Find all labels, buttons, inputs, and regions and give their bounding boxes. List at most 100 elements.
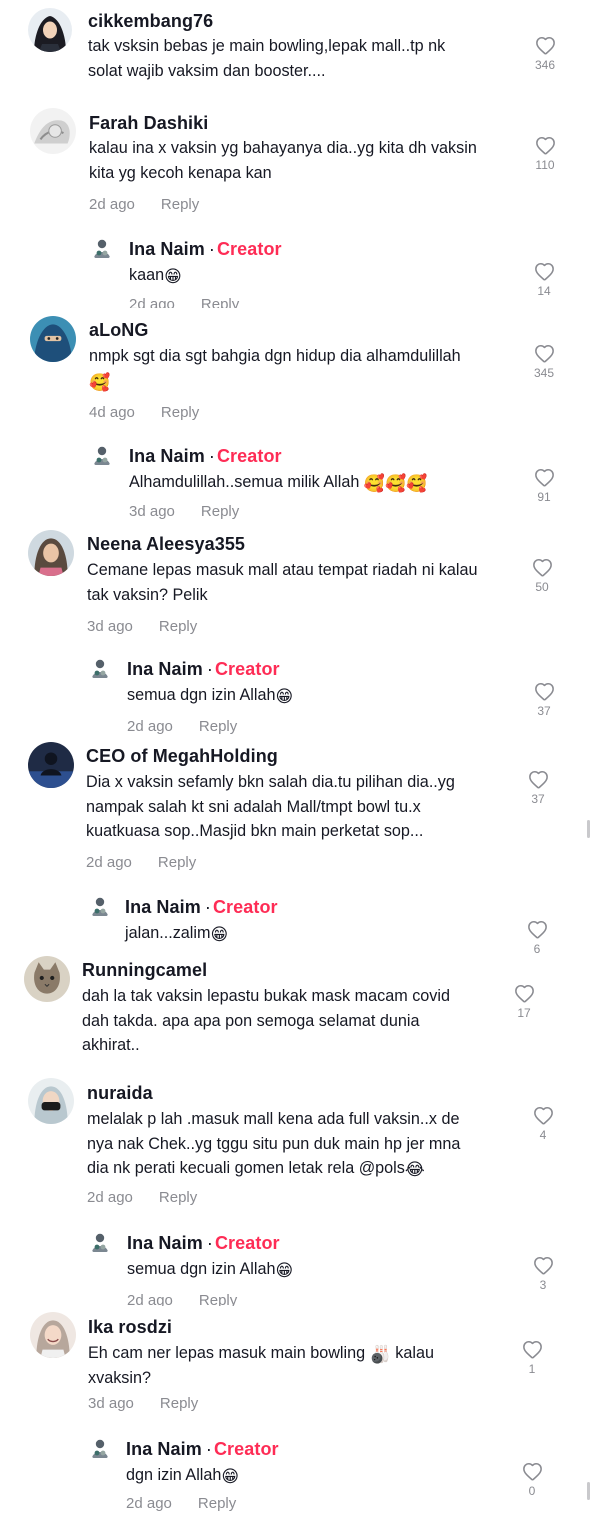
username[interactable]: Ina Naim · Creator: [126, 1439, 279, 1460]
like-button[interactable]: 345: [526, 344, 562, 380]
username-text[interactable]: Ina Naim: [125, 897, 201, 917]
avatar[interactable]: [30, 1312, 76, 1358]
like-button[interactable]: 4: [525, 1106, 561, 1142]
comment-meta: 2d ago Reply: [126, 1495, 236, 1512]
comment-date: 2d ago: [126, 1495, 172, 1512]
username[interactable]: Ina Naim · Creator: [127, 1233, 280, 1254]
comment-meta: 2d ago Reply: [86, 854, 196, 871]
avatar[interactable]: [28, 1078, 74, 1124]
username[interactable]: Ika rosdzi: [88, 1317, 172, 1338]
reply-button[interactable]: Reply: [201, 296, 239, 308]
avatar[interactable]: [28, 530, 74, 576]
heart-icon: [527, 920, 547, 939]
username[interactable]: Ina Naim · Creator: [129, 446, 282, 467]
comment-item: CEO of MegahHolding Dia x vaksin sefamly …: [0, 734, 590, 874]
creator-badge: · Creator: [205, 1439, 279, 1459]
like-count: 1: [528, 1362, 536, 1376]
reply-button[interactable]: Reply: [198, 1495, 236, 1512]
username-text[interactable]: Neena Aleesya355: [87, 534, 245, 554]
like-button[interactable]: 6: [519, 920, 555, 956]
username-text[interactable]: Ina Naim: [127, 1233, 203, 1253]
creator-badge: · Creator: [204, 897, 278, 917]
username-text[interactable]: Ika rosdzi: [88, 1317, 172, 1337]
comment-date: 2d ago: [127, 718, 173, 734]
avatar[interactable]: [24, 956, 70, 1002]
like-button[interactable]: 37: [520, 770, 556, 806]
like-count: 17: [517, 1006, 531, 1020]
reply-button[interactable]: Reply: [201, 503, 239, 520]
avatar[interactable]: [88, 1230, 112, 1254]
username-text[interactable]: Ina Naim: [127, 659, 203, 679]
username-text[interactable]: Ina Naim: [129, 446, 205, 466]
like-button[interactable]: 50: [524, 558, 560, 594]
avatar[interactable]: [88, 894, 112, 918]
comment-text: Eh cam ner lepas masuk main bowling 🎳 ka…: [88, 1344, 434, 1387]
reply-button[interactable]: Reply: [158, 854, 196, 871]
like-button[interactable]: 17: [506, 984, 542, 1020]
comment-item: cikkembang76 tak vsksin bebas je main bow…: [0, 0, 590, 100]
username[interactable]: aLoNG: [89, 320, 149, 341]
comment-meta: 4d ago Reply: [89, 404, 199, 421]
username-text[interactable]: Farah Dashiki: [89, 113, 208, 133]
heart-icon: [534, 344, 554, 363]
like-count: 37: [537, 704, 551, 718]
reply-button[interactable]: Reply: [199, 718, 237, 734]
username[interactable]: Ina Naim · Creator: [127, 659, 280, 680]
reply-button[interactable]: Reply: [159, 1189, 197, 1206]
like-button[interactable]: 14: [526, 262, 562, 298]
username[interactable]: nuraida: [87, 1083, 153, 1104]
username-text[interactable]: Runningcamel: [82, 960, 207, 980]
comment-meta: 2d ago Reply: [89, 196, 199, 213]
avatar[interactable]: [28, 8, 72, 52]
avatar[interactable]: [88, 656, 112, 680]
heart-icon: [522, 1462, 542, 1481]
username[interactable]: CEO of MegahHolding: [86, 746, 278, 767]
reply-button[interactable]: Reply: [161, 404, 199, 421]
username[interactable]: Neena Aleesya355: [87, 534, 245, 555]
creator-reply: Ina Naim · Creator kaan😁 2d ago Reply 14: [0, 222, 590, 308]
username[interactable]: Farah Dashiki: [89, 113, 208, 134]
like-button[interactable]: 37: [526, 682, 562, 718]
like-button[interactable]: 3: [525, 1256, 561, 1292]
creator-badge: · Creator: [206, 659, 280, 679]
username[interactable]: Ina Naim · Creator: [129, 239, 282, 260]
like-count: 4: [539, 1128, 547, 1142]
like-count: 6: [533, 942, 541, 956]
comment-item: nuraida melalak p lah .masuk mall kena ad…: [0, 1072, 590, 1218]
avatar[interactable]: [90, 236, 114, 260]
creator-reply: Ina Naim · Creator jalan...zalim😁 6: [0, 874, 590, 956]
avatar[interactable]: [28, 742, 74, 788]
reply-button[interactable]: Reply: [159, 618, 197, 635]
comment-text: jalan...zalim😁: [125, 924, 229, 944]
avatar[interactable]: [30, 316, 76, 362]
like-button[interactable]: 1: [514, 1340, 550, 1376]
comment-date: 3d ago: [87, 618, 133, 635]
username-text[interactable]: Ina Naim: [129, 239, 205, 259]
like-button[interactable]: 110: [527, 136, 563, 172]
username-text[interactable]: cikkembang76: [88, 11, 213, 31]
creator-badge: · Creator: [208, 239, 282, 259]
username[interactable]: cikkembang76: [88, 11, 213, 32]
comment-item: Runningcamel dah la tak vaksin lepastu bu…: [0, 956, 590, 1072]
avatar[interactable]: [88, 1436, 112, 1460]
username[interactable]: Ina Naim · Creator: [125, 897, 278, 918]
like-count: 0: [528, 1484, 536, 1498]
reply-button[interactable]: Reply: [160, 1395, 198, 1412]
username-text[interactable]: aLoNG: [89, 320, 149, 340]
like-button[interactable]: 91: [526, 468, 562, 504]
avatar[interactable]: [30, 108, 76, 154]
reply-button[interactable]: Reply: [199, 1292, 237, 1306]
comment-text: kalau ina x vaksin yg bahayanya dia..yg …: [89, 139, 477, 182]
username-text[interactable]: CEO of MegahHolding: [86, 746, 278, 766]
like-button[interactable]: 0: [514, 1462, 550, 1498]
comment-date: 3d ago: [88, 1395, 134, 1412]
heart-icon: [534, 262, 554, 281]
like-button[interactable]: 346: [527, 36, 563, 72]
username-text[interactable]: nuraida: [87, 1083, 153, 1103]
avatar[interactable]: [90, 443, 114, 467]
comment-text: tak vsksin bebas je main bowling,lepak m…: [88, 37, 446, 80]
comment-meta: 3d ago Reply: [129, 503, 239, 520]
username-text[interactable]: Ina Naim: [126, 1439, 202, 1459]
reply-button[interactable]: Reply: [161, 196, 199, 213]
username[interactable]: Runningcamel: [82, 960, 207, 981]
